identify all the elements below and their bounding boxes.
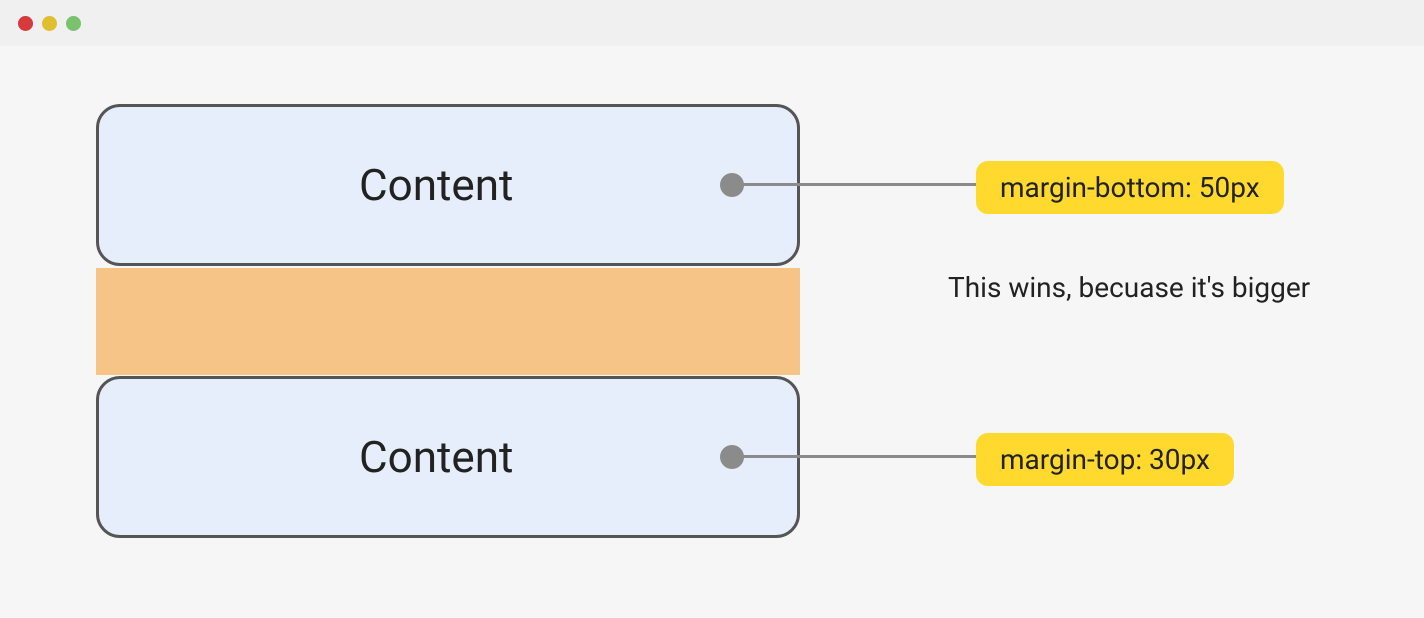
content-box-top: Content	[96, 104, 800, 266]
annotation-caption: This wins, becuase it's bigger	[948, 271, 1310, 304]
pointer-line-bottom	[732, 455, 978, 458]
diagram-canvas: Content Content margin-bottom: 50px This…	[0, 46, 1424, 618]
traffic-light-close[interactable]	[18, 16, 33, 31]
margin-overlap-band	[96, 268, 800, 375]
annotation-badge-margin-bottom: margin-bottom: 50px	[976, 161, 1284, 214]
content-box-bottom: Content	[96, 376, 800, 538]
content-box-label: Content	[359, 431, 513, 483]
pointer-line-top	[732, 183, 978, 186]
pointer-dot-icon	[720, 445, 744, 469]
traffic-light-zoom[interactable]	[66, 16, 81, 31]
badge-text: margin-top: 30px	[1000, 443, 1210, 476]
annotation-badge-margin-top: margin-top: 30px	[976, 433, 1234, 486]
window-titlebar	[0, 0, 1424, 46]
badge-text: margin-bottom: 50px	[1000, 171, 1260, 204]
content-box-label: Content	[359, 159, 513, 211]
caption-text: This wins, becuase it's bigger	[948, 271, 1310, 304]
traffic-light-minimize[interactable]	[42, 16, 57, 31]
pointer-dot-icon	[720, 173, 744, 197]
